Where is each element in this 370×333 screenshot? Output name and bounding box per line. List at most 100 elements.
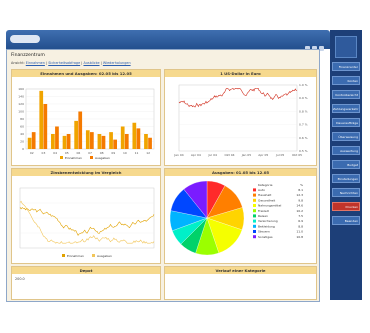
bar	[39, 90, 44, 149]
bar	[113, 139, 117, 149]
legend-header: %	[300, 183, 303, 187]
legend-value: 6.9	[298, 219, 303, 223]
bar	[55, 126, 59, 149]
panel-fx: 1 US-Dollar in Euro 1.0 % 0.9 % 0.8 % 0.7 %…	[164, 69, 317, 166]
link-security[interactable]: Sicherheitsabfrage	[48, 61, 80, 65]
legend-swatch	[60, 156, 63, 159]
y-tick-label: 100	[18, 110, 24, 114]
legend-value: 8.1	[298, 188, 303, 192]
link-income[interactable]: Einnahmen	[26, 61, 45, 65]
link-repeat[interactable]: Wiederholungen	[103, 61, 131, 65]
bar	[148, 137, 152, 149]
legend-label: Sonstiges	[258, 235, 273, 239]
sidebar-item[interactable]: Budget	[332, 160, 360, 169]
legend-label: Reisen	[258, 214, 268, 218]
y-tick-label: 80	[20, 117, 24, 121]
legend-swatch	[253, 188, 256, 192]
link-outlook[interactable]: Ausblicke	[83, 61, 99, 65]
y-tick-label: 0.9 %	[299, 96, 308, 100]
bar	[31, 132, 36, 149]
x-tick-label: Jul 04	[208, 153, 217, 157]
legend-label: Nahrungsmittel	[258, 204, 281, 208]
panel-income-expense: Einnahmen und Ausgaben: 02.05 bis 12.05 …	[11, 69, 161, 166]
sidebar-item[interactable]: Drucken	[332, 202, 360, 211]
legend-swatch	[253, 209, 256, 213]
sidebar-item[interactable]: Daueraufträge	[332, 118, 360, 127]
legend-label: Ausgaben	[95, 156, 110, 160]
x-tick-label: 02	[30, 151, 34, 155]
sidebar-item[interactable]: Finanzcenter	[332, 62, 360, 71]
depot-value: 200.0	[15, 277, 25, 281]
panel-history: Verlauf einer Kategorie	[164, 266, 317, 300]
sidebar: Finanzcenter Konten Kontoübersicht Zahlungs…	[330, 30, 362, 300]
x-tick-label: 06	[76, 151, 80, 155]
legend-label: Einnahmen	[67, 254, 84, 258]
sidebar-item[interactable]: Zahlungsverkehr	[332, 104, 360, 113]
x-tick-label: Okt 04	[225, 153, 235, 157]
finance-window: Finanzzentrum Ansicht: Einnahmen | Siche…	[6, 49, 320, 302]
bar	[101, 135, 106, 149]
x-tick-label: Okt 05	[292, 153, 302, 157]
legend-label: Haushalt	[258, 193, 272, 197]
sidebar-item[interactable]: Auswertung	[332, 146, 360, 155]
y-tick-label: 40	[20, 132, 24, 136]
bar	[136, 128, 141, 149]
sidebar-item[interactable]: Konten	[332, 76, 360, 85]
y-tick-label: 0.8 %	[299, 109, 308, 113]
bar	[97, 134, 102, 149]
panel-title: Einnahmen und Ausgaben: 02.05 bis 12.05	[12, 70, 160, 77]
y-tick-label: 0	[22, 147, 24, 151]
legend-label: Steuern	[258, 230, 270, 234]
legend-label: Bekleidung	[258, 224, 275, 228]
bar	[85, 130, 90, 149]
sidebar-item[interactable]: Kontoübersicht	[332, 90, 360, 99]
x-tick-label: Jan 05	[241, 153, 251, 157]
legend-label: Freizeit	[258, 209, 270, 213]
x-tick-label: 12	[146, 151, 150, 155]
panel-depot: Depot 200.0	[11, 266, 161, 300]
window-title: Finanzzentrum	[11, 53, 45, 58]
sidebar-item[interactable]: Beenden	[332, 216, 360, 225]
panel-title: Verlauf einer Kategorie	[165, 267, 316, 274]
bar	[124, 134, 129, 149]
x-tick-label: Apr 04	[191, 153, 201, 157]
legend-value: 10.8	[296, 235, 303, 239]
x-tick-label: 10	[123, 151, 127, 155]
bar	[120, 126, 125, 149]
sidebar-item[interactable]: Nachrichten	[332, 188, 360, 197]
view-label: Ansicht:	[11, 61, 25, 65]
panel-interest: Zinsbenentwicklung im Vergleich Einnahme…	[11, 168, 161, 264]
x-tick-label: 08	[100, 151, 104, 155]
legend-label: Versicherung	[258, 219, 278, 223]
x-tick-label: 04	[53, 151, 57, 155]
legend-swatch	[253, 230, 256, 233]
legend-header: Kategorie	[258, 183, 273, 187]
plot-area	[178, 84, 298, 152]
view-links: Ansicht: Einnahmen | Sicherheitsabfrage …	[11, 61, 131, 65]
legend-swatch	[253, 224, 256, 228]
search-input[interactable]	[10, 35, 40, 43]
x-tick-label: Apr 05	[258, 153, 268, 157]
x-tick-label: 07	[88, 151, 92, 155]
legend-swatch	[62, 254, 65, 257]
panel-title: Depot	[12, 267, 160, 274]
app-logo	[335, 36, 357, 58]
bar	[109, 132, 113, 149]
sidebar-item[interactable]: Einstellungen	[332, 174, 360, 183]
legend-swatch	[253, 219, 256, 223]
panel-title: Ausgaben: 01.05 bis 12.05	[165, 169, 316, 176]
x-tick-label: Jul 05	[275, 153, 284, 157]
legend-value: 7.5	[298, 214, 303, 218]
y-tick-label: 1.0 %	[299, 83, 308, 87]
legend-value: 8.8	[298, 224, 303, 228]
x-tick-label: 11	[135, 151, 139, 155]
y-tick-label: 140	[18, 95, 24, 99]
bar	[144, 134, 148, 149]
bar	[78, 111, 83, 149]
panel-pie: Ausgaben: 01.05 bis 12.05 Kategorie% Auto…	[164, 168, 317, 264]
x-tick-label: Jan 04	[173, 153, 183, 157]
legend-swatch	[90, 156, 93, 159]
y-tick-label: 60	[20, 125, 24, 129]
sidebar-item[interactable]: Überweisung	[332, 132, 360, 141]
y-tick-label: 20	[20, 140, 24, 144]
